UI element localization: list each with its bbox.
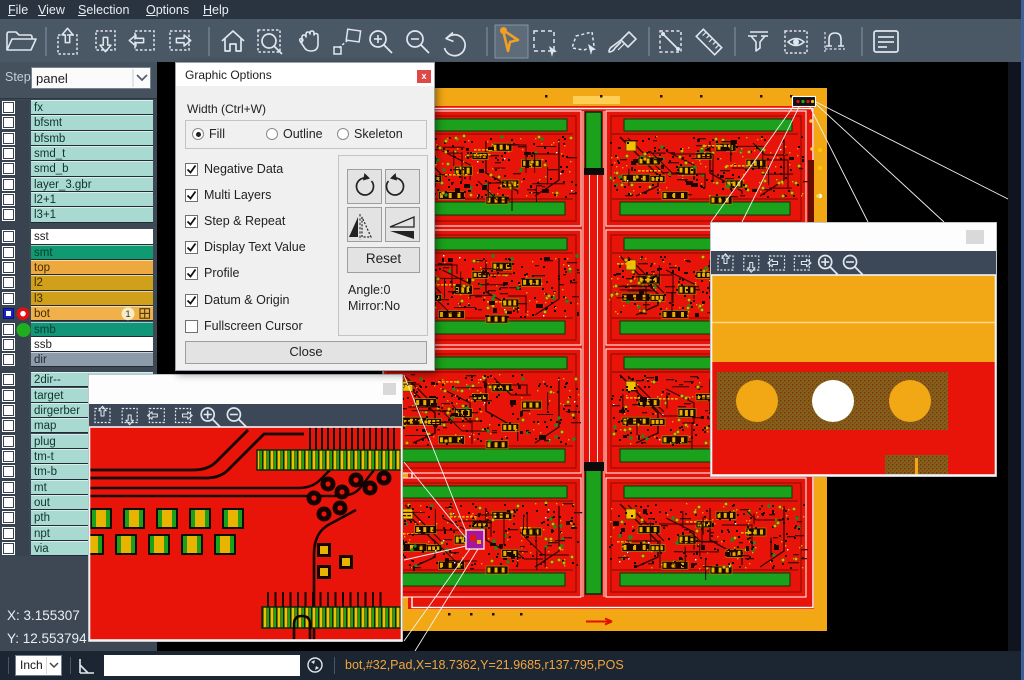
svg-text:1: 1 xyxy=(125,309,130,320)
